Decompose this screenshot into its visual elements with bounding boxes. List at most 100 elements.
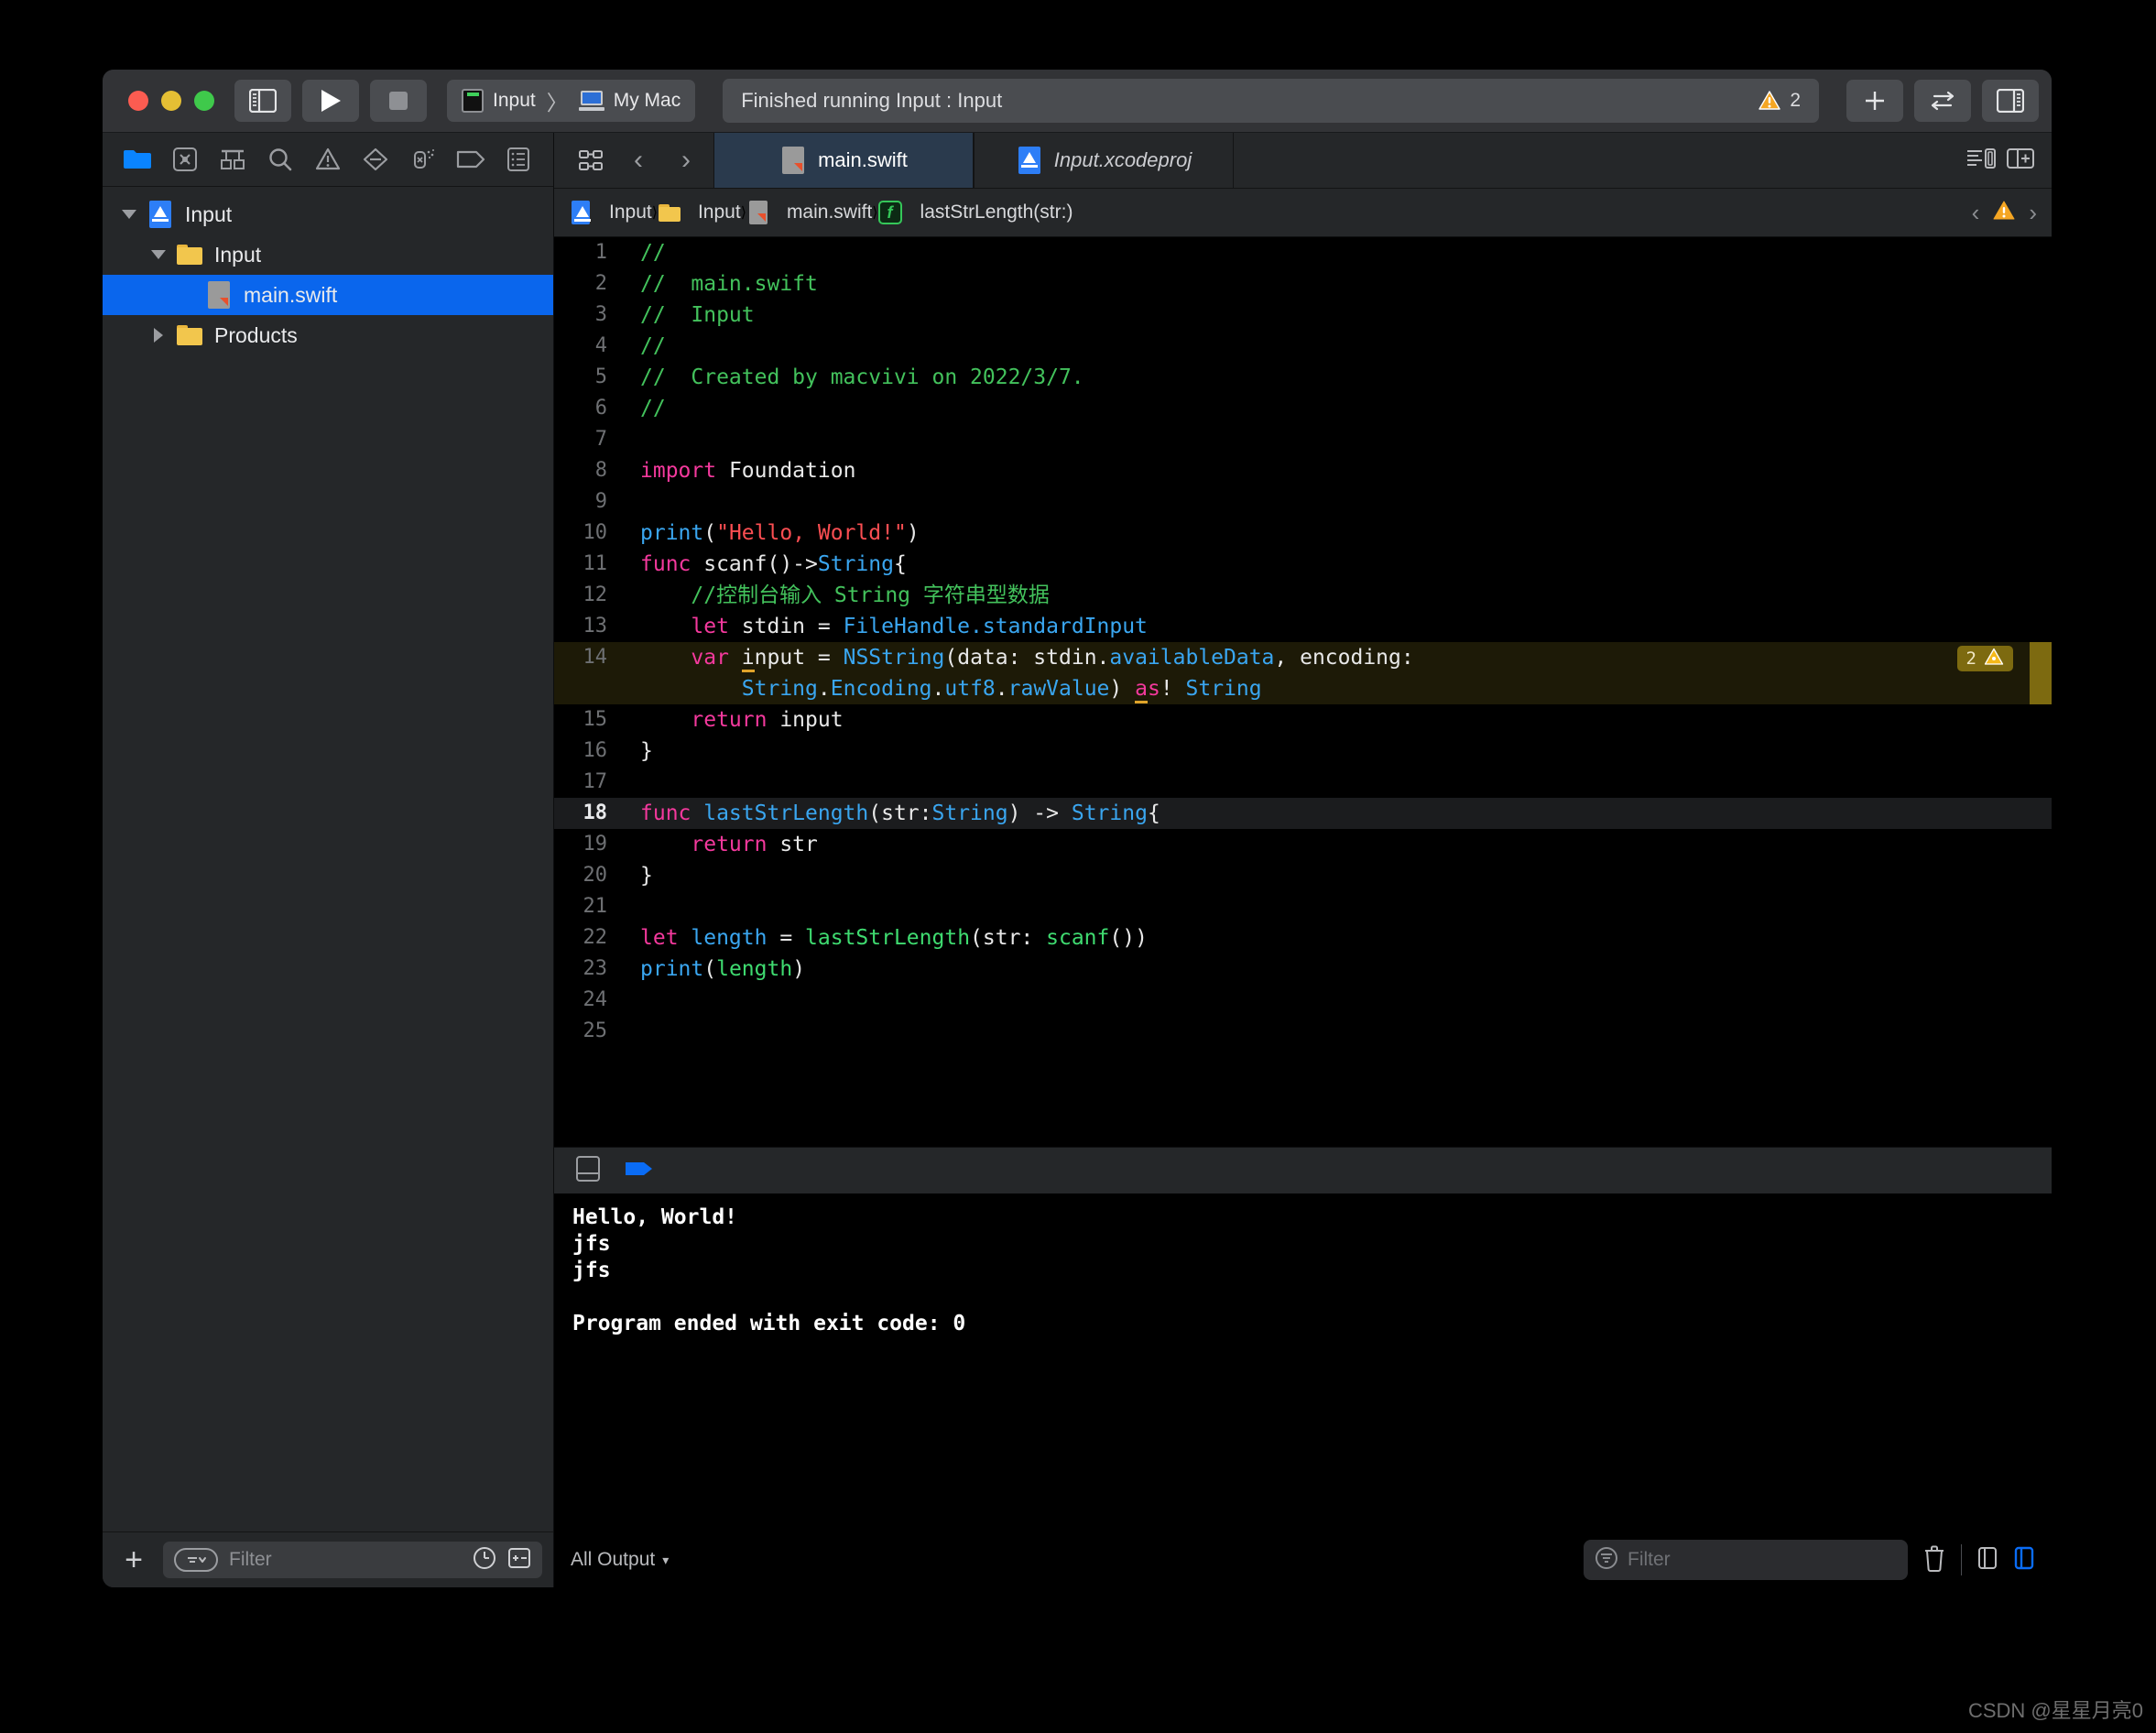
add-editor-icon[interactable] xyxy=(2006,147,2035,175)
symbol-navigator-icon[interactable] xyxy=(209,133,256,186)
console-output[interactable]: Hello, World! jfs jfs Program ended with… xyxy=(554,1193,2052,1532)
status-warning-group[interactable]: 2 xyxy=(1759,90,1801,112)
find-navigator-icon[interactable] xyxy=(256,133,304,186)
inspector-toggle-button[interactable] xyxy=(1982,80,2039,122)
close-button[interactable] xyxy=(128,91,148,111)
console-filter-field[interactable]: Filter xyxy=(1584,1540,1908,1580)
project-navigator-icon[interactable] xyxy=(114,133,161,186)
tree-item-project[interactable]: Input xyxy=(103,194,553,234)
blue-flag-icon[interactable] xyxy=(624,1157,657,1185)
keyword-token: let xyxy=(640,926,679,950)
editor-forward-button[interactable]: › xyxy=(662,145,710,176)
code-line: 13 let stdin = FileHandle.standardInput xyxy=(554,611,2052,642)
test-navigator-icon[interactable] xyxy=(352,133,399,186)
tree-item-label: Products xyxy=(214,322,298,347)
code-line: 3 // Input xyxy=(554,300,2052,331)
folder-icon xyxy=(176,321,203,350)
line-number: 6 xyxy=(594,397,607,420)
breadcrumb-item-file[interactable]: main.swift xyxy=(746,198,872,227)
dot-token: . xyxy=(995,677,1008,701)
disclosure-triangle-down-icon[interactable] xyxy=(119,204,139,224)
next-issue-button[interactable]: › xyxy=(2029,199,2037,227)
line-number: 11 xyxy=(583,552,608,575)
type-token: NSString xyxy=(843,646,945,670)
inline-warning-badge[interactable]: 2 xyxy=(1956,646,2013,671)
variables-pane-icon[interactable] xyxy=(1976,1545,1998,1575)
member-token: rawValue xyxy=(1007,677,1110,701)
activity-status-bar: Finished running Input : Input 2 xyxy=(723,79,1819,123)
scheme-selector[interactable]: Input 〉 My Mac xyxy=(447,80,696,122)
type-token: String xyxy=(640,677,818,701)
breadcrumb-item-group[interactable]: Input xyxy=(658,198,741,227)
tree-item-main-swift[interactable]: main.swift xyxy=(103,275,553,315)
keyword-token: s xyxy=(1147,677,1160,701)
keyword-token: return xyxy=(640,708,768,732)
sidebar-toggle-button[interactable] xyxy=(234,80,291,122)
console-line: Hello, World! xyxy=(572,1205,738,1229)
stop-button[interactable] xyxy=(370,80,427,122)
line-content: func scanf()->String{ xyxy=(622,549,2052,580)
swap-editor-button[interactable] xyxy=(1914,80,1971,122)
filter-placeholder: Filter xyxy=(229,1549,272,1570)
editor-tab-main-swift[interactable]: main.swift xyxy=(713,133,974,188)
debug-navigator-icon[interactable] xyxy=(399,133,447,186)
line-number: 14 xyxy=(583,646,608,669)
brace-token: { xyxy=(893,552,907,576)
warning-triangle-icon[interactable] xyxy=(1992,200,2016,226)
source-editor[interactable]: 1 // 2 // main.swift 3 // Input 4 // 5 /… xyxy=(554,237,2052,1147)
filter-scope-icon[interactable] xyxy=(174,1548,218,1572)
source-control-navigator-icon[interactable] xyxy=(161,133,209,186)
string-token: "Hello, World!" xyxy=(716,521,907,545)
type-token: Encoding xyxy=(830,677,932,701)
previous-issue-button[interactable]: ‹ xyxy=(1972,199,1980,227)
line-number: 10 xyxy=(583,521,608,544)
line-number: 15 xyxy=(583,708,608,731)
keyword-token: func xyxy=(640,801,691,825)
identifier-token: stdin = xyxy=(728,615,844,638)
line-number: 4 xyxy=(594,334,607,357)
mac-destination-icon xyxy=(578,91,604,111)
add-file-button[interactable]: + xyxy=(114,1544,154,1575)
report-navigator-icon[interactable] xyxy=(495,133,542,186)
type-token: FileHandle xyxy=(843,615,971,638)
editor-back-button[interactable]: ‹ xyxy=(615,145,662,176)
console-pane-icon[interactable] xyxy=(2013,1545,2035,1575)
line-number: 19 xyxy=(583,833,608,856)
code-line: 2 // main.swift xyxy=(554,268,2052,300)
chevron-right-icon: › xyxy=(681,145,691,175)
breadcrumb-item-project[interactable]: Input xyxy=(569,198,652,227)
clock-icon[interactable] xyxy=(473,1546,496,1575)
disclosure-triangle-right-icon[interactable] xyxy=(148,325,169,345)
trash-icon[interactable] xyxy=(1922,1544,1946,1576)
code-line: 22 let length = lastStrLength(str: scanf… xyxy=(554,922,2052,954)
console-split-icon[interactable] xyxy=(574,1154,602,1188)
editor-tab-left-controls: ‹ › xyxy=(554,133,713,188)
code-line: 5 // Created by macvivi on 2022/3/7. xyxy=(554,362,2052,393)
zoom-button[interactable] xyxy=(194,91,214,111)
minimap-icon[interactable] xyxy=(1965,147,1997,175)
tab-overview-icon[interactable] xyxy=(567,148,615,172)
diff-icon[interactable] xyxy=(507,1546,531,1575)
project-tree: Input Input main.swift Products xyxy=(103,187,553,1531)
line-content: // Created by macvivi on 2022/3/7. xyxy=(622,362,2052,393)
navigator-filter-field[interactable]: Filter xyxy=(163,1542,542,1578)
minimize-button[interactable] xyxy=(161,91,181,111)
disclosure-triangle-down-icon[interactable] xyxy=(148,245,169,265)
issue-navigator-icon[interactable] xyxy=(304,133,352,186)
run-button[interactable] xyxy=(302,80,359,122)
comment-token: // xyxy=(640,334,666,358)
add-button[interactable] xyxy=(1846,80,1903,122)
comment-token: // xyxy=(640,397,666,420)
line-number: 13 xyxy=(583,615,608,638)
editor-tab-xcodeproj[interactable]: Input.xcodeproj xyxy=(974,133,1234,188)
type-token: String xyxy=(1071,801,1148,825)
equals-token: = xyxy=(767,926,806,950)
console-scope-popup[interactable]: All Output ▾ xyxy=(571,1549,669,1571)
tree-item-group-input[interactable]: Input xyxy=(103,234,553,275)
code-line: 8 import Foundation xyxy=(554,455,2052,486)
breadcrumb-item-symbol[interactable]: f lastStrLength(str:) xyxy=(877,201,1073,224)
breakpoint-navigator-icon[interactable] xyxy=(447,133,495,186)
xcode-project-icon xyxy=(569,198,593,227)
tree-item-products[interactable]: Products xyxy=(103,315,553,355)
